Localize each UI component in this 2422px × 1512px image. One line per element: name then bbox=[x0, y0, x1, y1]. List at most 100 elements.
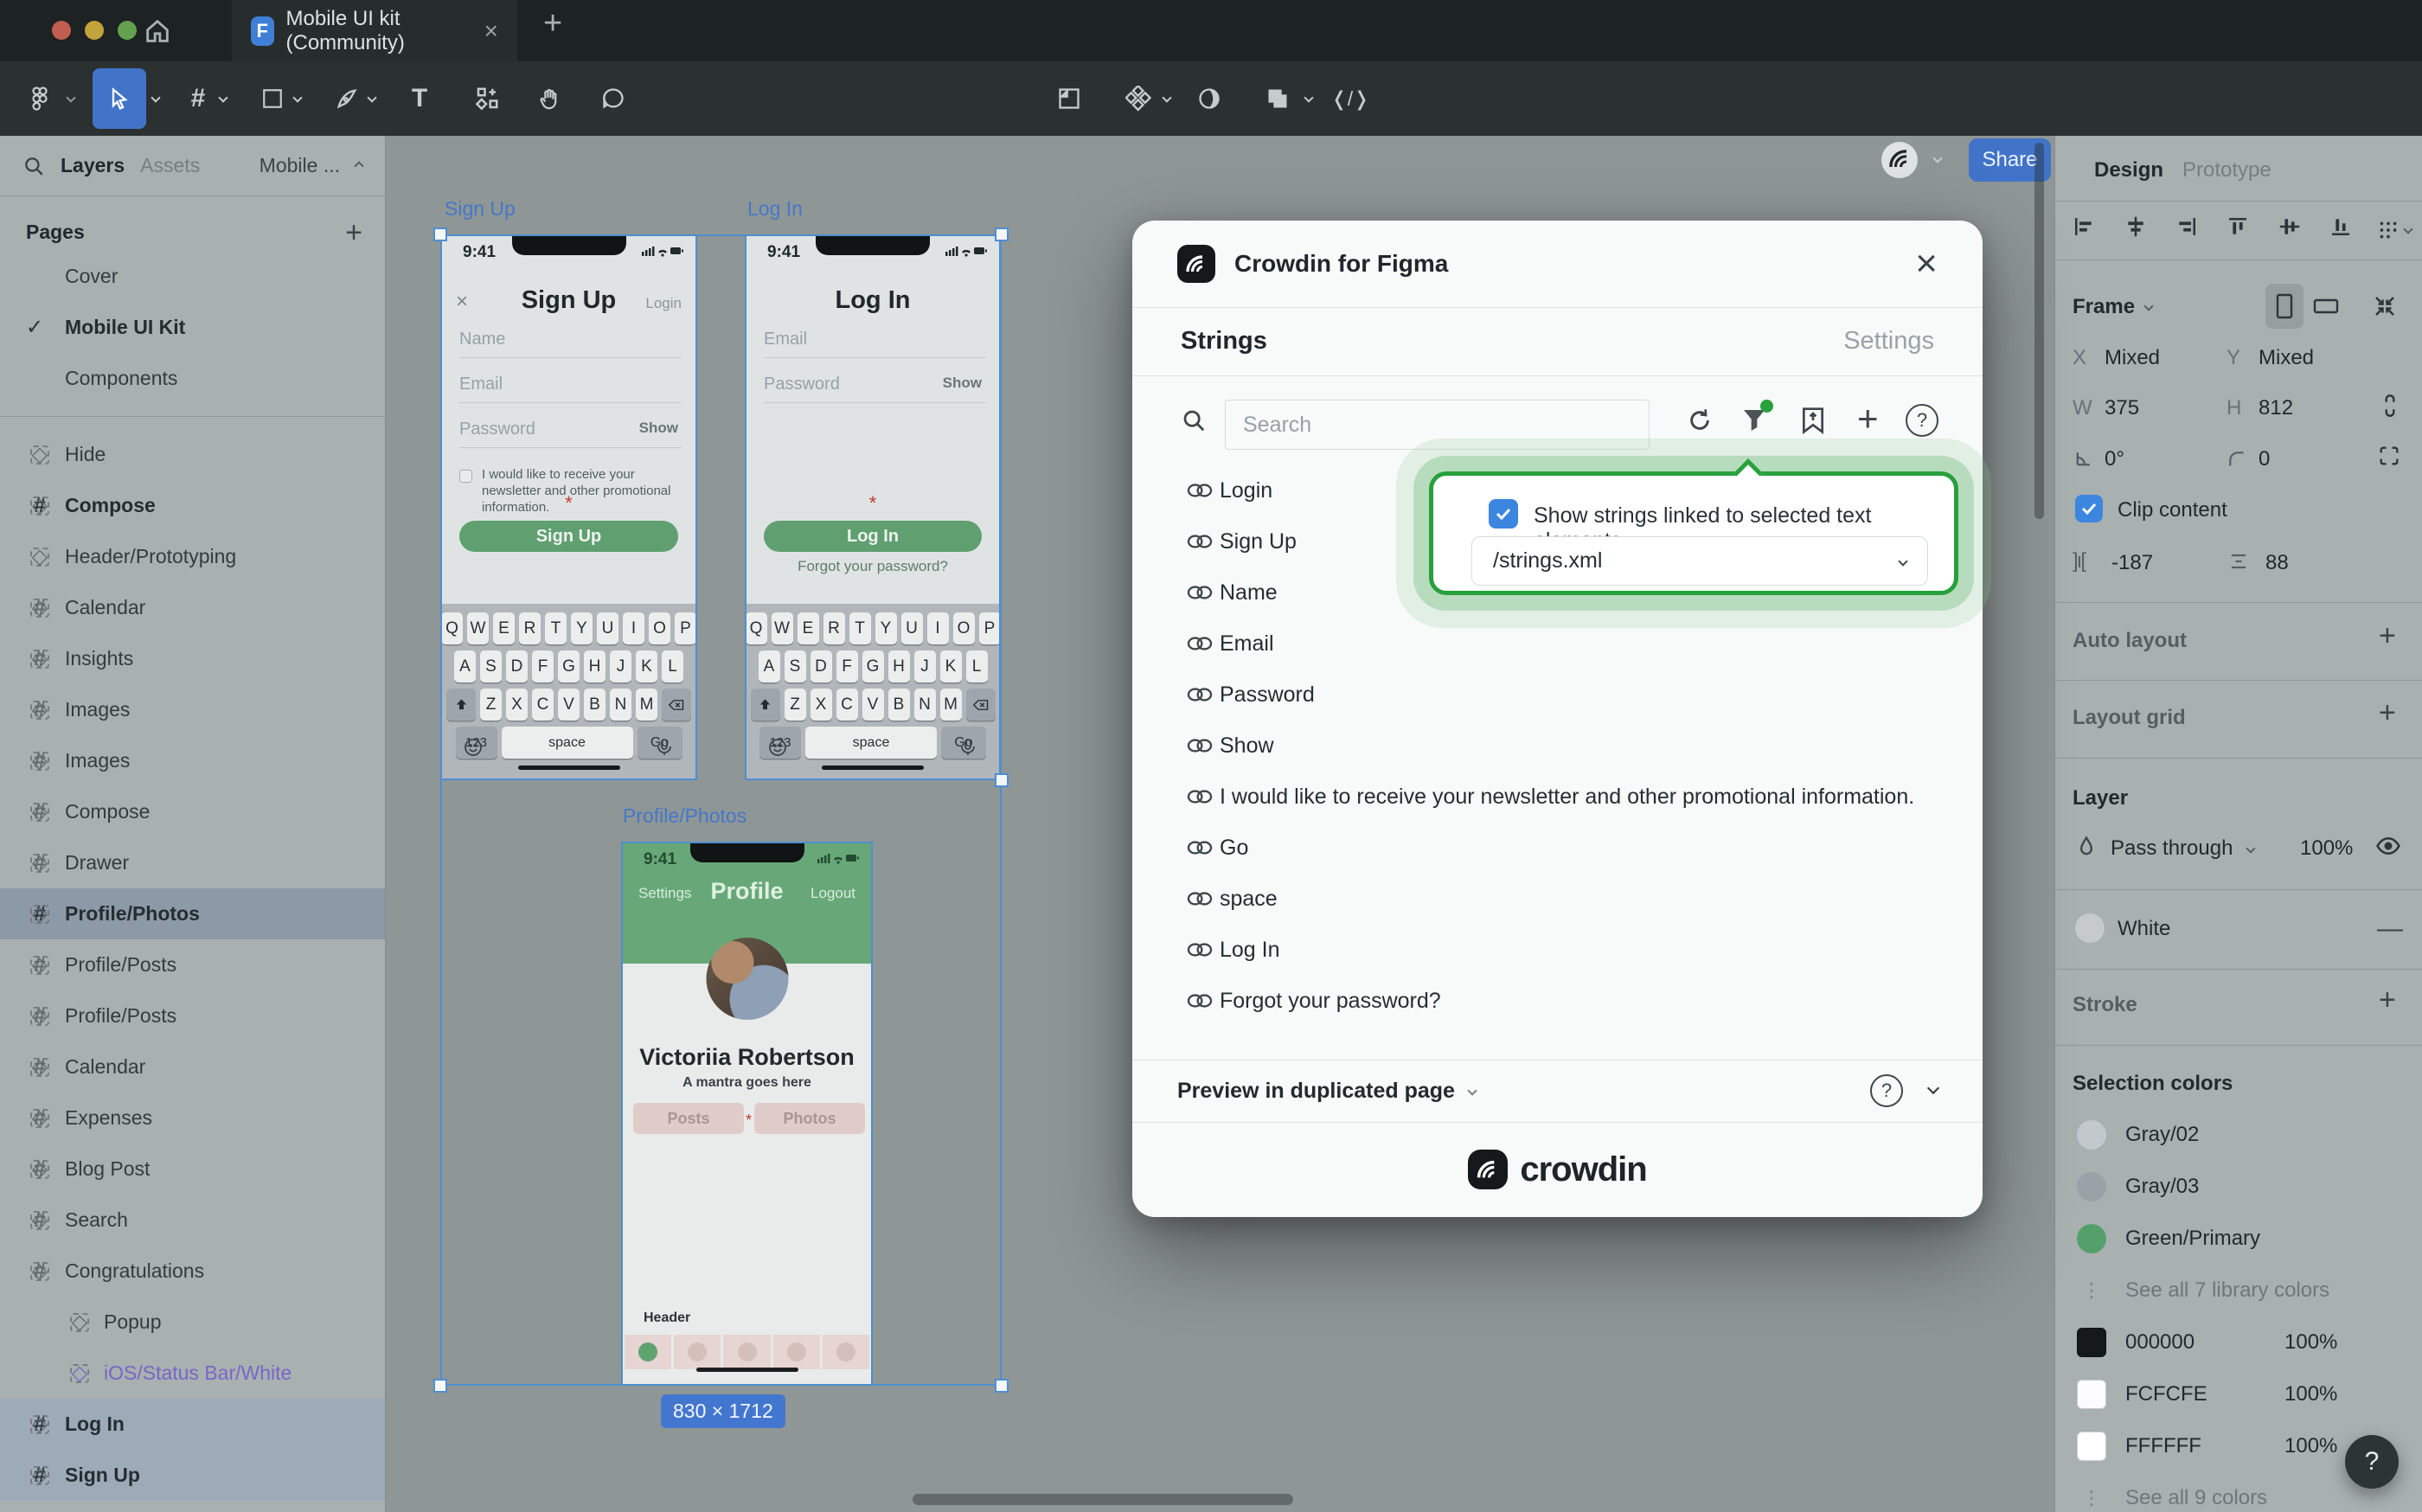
x-value[interactable]: Mixed bbox=[2105, 346, 2160, 370]
show-linked-strings-checkbox[interactable] bbox=[1489, 499, 1518, 529]
tab-design[interactable]: Design bbox=[2094, 158, 2163, 183]
tab-document[interactable]: Mobile ... bbox=[260, 154, 340, 177]
selection-handle-ne[interactable] bbox=[995, 227, 1009, 241]
new-tab-button[interactable]: + bbox=[543, 15, 562, 32]
layer-item[interactable]: # ◇ Log In bbox=[0, 1399, 385, 1450]
tab-assets[interactable]: Assets bbox=[140, 154, 200, 177]
fill-swatch[interactable] bbox=[2075, 913, 2105, 943]
align-left-icon[interactable] bbox=[2071, 214, 2097, 240]
layer-item[interactable]: # ◇ iOS/Status Bar/White bbox=[0, 1348, 385, 1399]
string-item[interactable]: Show bbox=[1132, 720, 1983, 771]
remove-fill-button[interactable]: — bbox=[2377, 914, 2403, 944]
pen-tool[interactable] bbox=[327, 61, 367, 136]
width-value[interactable]: 375 bbox=[2105, 396, 2139, 420]
page-item[interactable]: ✓ Cover bbox=[0, 251, 385, 302]
help-icon[interactable]: ? bbox=[1906, 404, 1938, 437]
layer-item[interactable]: # ◇ Expenses bbox=[0, 1092, 385, 1144]
preview-label[interactable]: Preview in duplicated page bbox=[1177, 1079, 1455, 1104]
selection-color-row[interactable]: ⋮ 000000 100% bbox=[2055, 1317, 2422, 1368]
layer-item[interactable]: # ◇ Compose bbox=[0, 786, 385, 837]
text-tool[interactable]: T bbox=[400, 61, 439, 136]
layer-opacity-value[interactable]: 100% bbox=[2300, 836, 2353, 861]
portrait-orientation-button[interactable] bbox=[2265, 284, 2303, 329]
align-right-icon[interactable] bbox=[2174, 214, 2200, 240]
layer-item[interactable]: # ◇ Profile/Posts bbox=[0, 990, 385, 1041]
menu-chevron-icon[interactable] bbox=[66, 93, 75, 102]
close-window-button[interactable] bbox=[52, 21, 71, 40]
string-item[interactable]: space bbox=[1132, 873, 1983, 924]
bookmark-icon[interactable] bbox=[1800, 407, 1826, 434]
corner-radius-value[interactable]: 0 bbox=[2259, 447, 2270, 471]
frame-section-label[interactable]: Frame bbox=[2073, 295, 2135, 319]
frame-name-login[interactable]: Log In bbox=[747, 197, 803, 221]
layer-item[interactable]: # ◇ Blog Post bbox=[0, 1144, 385, 1195]
add-page-button[interactable]: + bbox=[345, 224, 362, 241]
add-auto-layout-button[interactable]: + bbox=[2379, 627, 2396, 644]
modal-close-button[interactable]: × bbox=[1915, 251, 1938, 277]
resize-to-fit-icon[interactable] bbox=[2372, 293, 2398, 319]
preview-chevron-icon[interactable] bbox=[1467, 1086, 1477, 1095]
tab-settings[interactable]: Settings bbox=[1843, 327, 1934, 356]
layer-item[interactable]: # ◇ Search bbox=[0, 1195, 385, 1246]
frame-tool-chevron-icon[interactable] bbox=[218, 93, 227, 102]
layer-item[interactable]: # ◇ Sign Up bbox=[0, 1450, 385, 1501]
layer-item[interactable]: # ◇ Popup bbox=[0, 1297, 385, 1348]
selection-color-row[interactable]: ⋮ Gray/02 bbox=[2055, 1109, 2422, 1161]
clip-content-checkbox[interactable] bbox=[2075, 495, 2103, 522]
zoom-window-button[interactable] bbox=[118, 21, 137, 40]
layer-item[interactable]: # ◇ Profile/Photos bbox=[0, 888, 385, 939]
search-input[interactable] bbox=[1225, 400, 1650, 450]
help-button[interactable]: ? bbox=[2345, 1435, 2399, 1489]
avatar-chevron-icon[interactable] bbox=[1932, 153, 1942, 163]
blend-mode-value[interactable]: Pass through bbox=[2111, 836, 2233, 861]
refresh-icon[interactable] bbox=[1686, 407, 1714, 434]
layer-item[interactable]: # ◇ Images bbox=[0, 735, 385, 786]
page-item[interactable]: ✓ Components bbox=[0, 353, 385, 404]
selection-handle-nw[interactable] bbox=[433, 227, 447, 241]
user-avatar[interactable] bbox=[1881, 141, 1919, 179]
frame-type-chevron-icon[interactable] bbox=[2143, 301, 2153, 311]
frame-name-profile[interactable]: Profile/Photos bbox=[623, 804, 746, 828]
blend-mode-icon[interactable] bbox=[2074, 835, 2098, 859]
selection-handle-sw[interactable] bbox=[433, 1379, 447, 1393]
pen-tool-chevron-icon[interactable] bbox=[367, 93, 376, 102]
vertical-scrollbar[interactable] bbox=[2034, 143, 2044, 519]
align-bottom-icon[interactable] bbox=[2328, 214, 2354, 240]
horizontal-scrollbar[interactable] bbox=[913, 1494, 1293, 1505]
hand-tool[interactable] bbox=[528, 61, 571, 136]
tab-prototype[interactable]: Prototype bbox=[2182, 158, 2271, 183]
component-tool[interactable] bbox=[465, 61, 509, 136]
strings-file-select[interactable]: /strings.xml bbox=[1471, 536, 1928, 586]
selection-color-row[interactable]: ⋮ See all 7 library colors bbox=[2055, 1265, 2422, 1317]
add-layout-grid-button[interactable]: + bbox=[2379, 704, 2396, 721]
selection-color-row[interactable]: ⋮ FCFCFE 100% bbox=[2055, 1368, 2422, 1420]
independent-corners-icon[interactable] bbox=[2377, 444, 2401, 468]
tab-strings[interactable]: Strings bbox=[1181, 327, 1267, 356]
layer-item[interactable]: # ◇ Header/Prototyping bbox=[0, 531, 385, 582]
document-tab[interactable]: F Mobile UI kit (Community) × bbox=[232, 0, 517, 61]
horizontal-gap-value[interactable]: -187 bbox=[2111, 551, 2153, 575]
layer-item[interactable]: # ◇ Images bbox=[0, 684, 385, 735]
blend-tool[interactable] bbox=[1189, 61, 1230, 136]
home-icon[interactable] bbox=[143, 16, 172, 46]
boolean-groups-tool[interactable] bbox=[1257, 61, 1298, 136]
collapse-sidebar-icon[interactable] bbox=[354, 161, 363, 170]
constrain-proportions-icon[interactable] bbox=[2379, 392, 2401, 420]
layer-item[interactable]: # ◇ Hide bbox=[0, 429, 385, 480]
fill-name[interactable]: White bbox=[2118, 917, 2170, 941]
align-top-icon[interactable] bbox=[2225, 214, 2251, 240]
rotation-value[interactable]: 0° bbox=[2105, 447, 2124, 471]
expand-chevron-icon[interactable] bbox=[1927, 1082, 1939, 1094]
preview-help-icon[interactable]: ? bbox=[1870, 1074, 1903, 1107]
tidy-up-chevron-icon[interactable] bbox=[2403, 224, 2412, 234]
string-item[interactable]: Password bbox=[1132, 669, 1983, 720]
layer-item[interactable]: # ◇ Congratulations bbox=[0, 1246, 385, 1297]
add-stroke-button[interactable]: + bbox=[2379, 991, 2396, 1009]
signup-frame[interactable]: 9:41 × Sign Up Login Name Email Password… bbox=[440, 234, 697, 780]
layer-item[interactable]: # ◇ Profile/Posts bbox=[0, 939, 385, 990]
string-item[interactable]: Log In bbox=[1132, 924, 1983, 975]
move-tool[interactable] bbox=[93, 68, 146, 129]
crowdin-wordmark[interactable]: crowdin bbox=[1520, 1150, 1646, 1189]
layer-item[interactable]: # ◇ Calendar bbox=[0, 1041, 385, 1092]
filter-icon[interactable] bbox=[1740, 407, 1768, 434]
